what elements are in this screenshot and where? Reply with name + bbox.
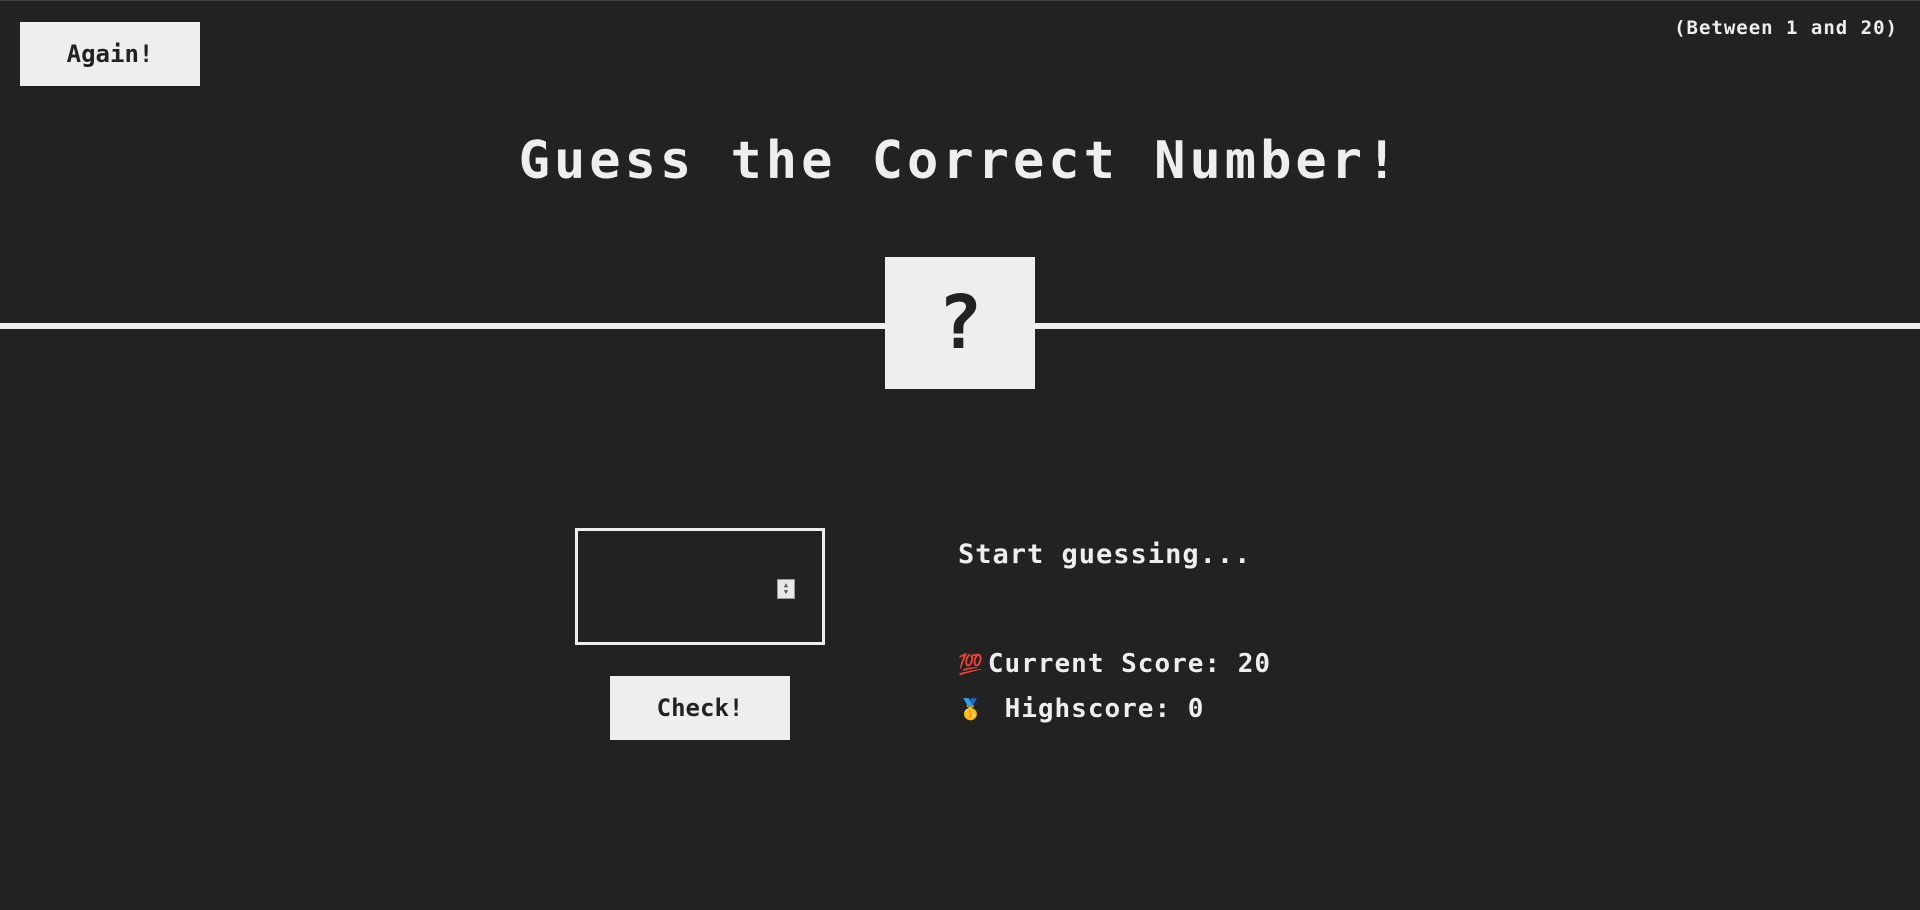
check-button[interactable]: Check! bbox=[610, 676, 790, 740]
range-hint: (Between 1 and 20) bbox=[1674, 17, 1898, 39]
hundred-points-icon: 💯 bbox=[958, 652, 984, 676]
highscore-value: 0 bbox=[1187, 694, 1205, 724]
medal-icon: 🥇 bbox=[958, 697, 984, 721]
score-value: 20 bbox=[1237, 649, 1272, 679]
current-score: 💯 Current Score: 20 bbox=[958, 649, 1271, 679]
status-message: Start guessing... bbox=[958, 539, 1252, 570]
number-spinner[interactable]: ▲ ▼ bbox=[777, 579, 795, 599]
page-title: Guess the Correct Number! bbox=[518, 131, 1402, 191]
chevron-down-icon[interactable]: ▼ bbox=[784, 589, 788, 596]
again-button[interactable]: Again! bbox=[20, 22, 200, 86]
highscore: 🥇 Highscore: 0 bbox=[958, 694, 1204, 724]
guess-field-box[interactable]: ▲ ▼ bbox=[575, 528, 825, 645]
highscore-label: Highscore: bbox=[1004, 694, 1172, 724]
secret-number-box: ? bbox=[885, 257, 1035, 389]
game-page: Again! (Between 1 and 20) Guess the Corr… bbox=[0, 0, 1920, 910]
score-label: Current Score: bbox=[987, 649, 1222, 679]
